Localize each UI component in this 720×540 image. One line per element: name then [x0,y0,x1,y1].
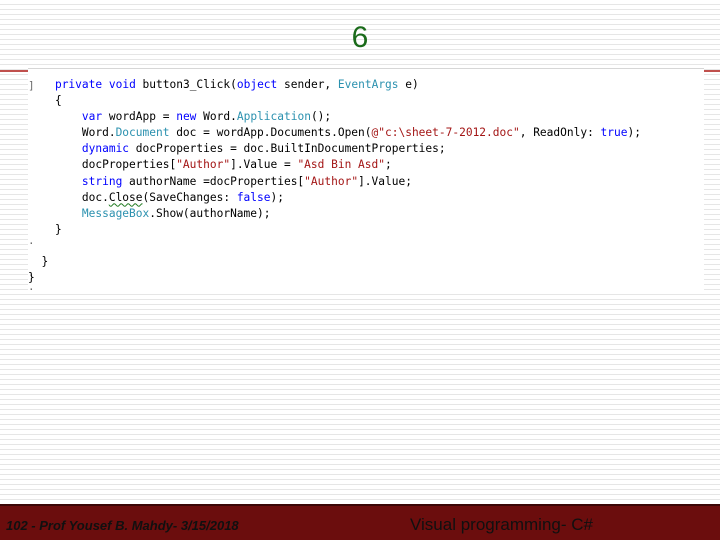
slide-title: 6 [351,21,369,54]
code-line: var wordApp = new Word.Application(); [28,109,704,125]
code-token: } [28,255,49,269]
code-token: object [236,78,278,91]
code-screenshot: ] . . . private void button3_Click(objec… [28,68,704,293]
code-token: void [108,78,136,91]
code-line: Word.Document doc = wordApp.Documents.Op… [28,125,704,141]
code-token: @"c:\sheet-7-2012.doc" [371,126,520,140]
code-token: dynamic [81,142,130,156]
code-line: } [28,222,704,238]
code-token: doc. [28,190,109,204]
code-token: Word. [196,110,237,124]
code-token: MessageBox [81,206,150,220]
code-token: ].Value = [230,158,298,172]
code-line: doc.Close(SaveChanges: false); [28,190,704,206]
code-token: ); [627,126,641,140]
code-token: private [54,78,103,91]
code-token: Close [108,190,143,204]
footer-bar: 102 - Prof Yousef B. Mahdy- 3/15/2018 Vi… [0,504,720,540]
code-token: "Author" [176,158,231,172]
code-token: Application [236,110,311,124]
code-token: docProperties[ [28,158,177,172]
code-token: false [236,190,271,204]
footer-course-title: Visual programming- C# [410,515,593,534]
code-token: docProperties = doc.BuiltInDocumentPrope… [129,142,446,156]
code-token: true [600,126,628,140]
code-block: private void button3_Click(object sender… [28,77,704,286]
code-token: ; [385,158,392,172]
code-token: EventArgs [337,78,399,91]
code-line: } [28,254,704,270]
code-line: string authorName =docProperties["Author… [28,174,704,190]
code-token: "Author" [304,174,359,188]
code-token: var [81,110,103,124]
code-token: } [28,271,35,285]
code-token: button3_Click( [135,78,237,91]
code-token: sender, [277,78,338,91]
code-token: authorName =docProperties[ [122,174,305,188]
code-token: { [28,94,62,108]
code-token: e) [398,78,419,91]
code-token: ); [270,190,284,204]
footer-author-date: 102 - Prof Yousef B. Mahdy- 3/15/2018 [6,518,239,533]
code-line: } [28,270,704,286]
code-token: ].Value; [358,174,412,188]
code-token: wordApp = [102,110,177,124]
code-line: { [28,93,704,109]
code-line: MessageBox.Show(authorName); [28,206,704,222]
code-token: Document [115,126,170,140]
code-token: .Show(authorName); [149,206,271,220]
code-line: docProperties["Author"].Value = "Asd Bin… [28,157,704,173]
code-line: dynamic docProperties = doc.BuiltInDocum… [28,141,704,157]
code-token: Word. [28,126,116,140]
code-token: } [28,222,62,236]
code-token: string [81,174,123,188]
code-line: private void button3_Click(object sender… [28,77,704,93]
code-token: (); [310,110,332,124]
code-token: doc = wordApp.Documents.Open( [169,126,372,140]
code-token: (SaveChanges: [142,190,237,204]
code-token: , ReadOnly: [519,126,601,140]
code-token: new [176,110,197,124]
code-token: "Asd Bin Asd" [297,158,385,172]
